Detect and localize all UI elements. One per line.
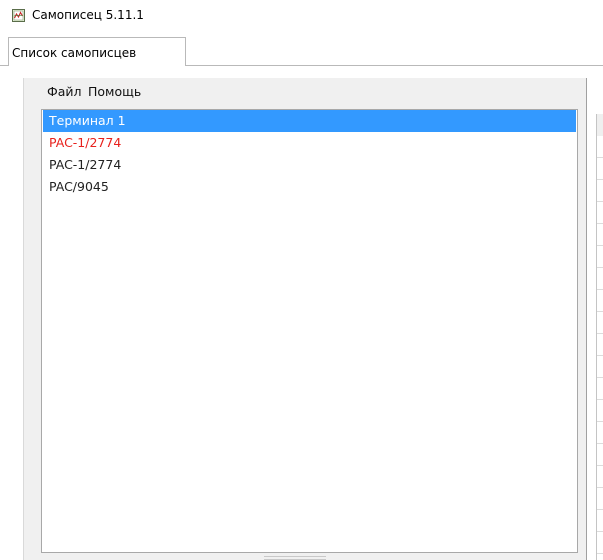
recorder-list-panel: Файл Помощь Терминал 1 PAC-1/2774 PAC-1/… bbox=[23, 78, 594, 560]
list-item[interactable]: Терминал 1 bbox=[43, 110, 576, 132]
list-item[interactable]: PAC-1/2774 bbox=[43, 132, 576, 154]
list-item[interactable]: PAC-1/2774 bbox=[43, 154, 576, 176]
window-title: Самописец 5.11.1 bbox=[32, 8, 144, 22]
tab-page-recorder-list: Файл Помощь Терминал 1 PAC-1/2774 PAC-1/… bbox=[8, 66, 603, 560]
list-item[interactable]: PAC/9045 bbox=[43, 176, 576, 198]
menu-bar: Файл Помощь bbox=[24, 78, 594, 108]
details-panel bbox=[587, 78, 603, 560]
tab-recorder-list[interactable]: Список самописцев bbox=[8, 37, 186, 66]
recorder-listbox[interactable]: Терминал 1 PAC-1/2774 PAC-1/2774 PAC/904… bbox=[41, 109, 578, 553]
tab-recorder-list-label: Список самописцев bbox=[12, 46, 137, 60]
tab-strip: Список самописцев bbox=[0, 30, 603, 66]
app-window: Самописец 5.11.1 Список самописцев Файл … bbox=[0, 0, 603, 560]
details-grid bbox=[596, 114, 603, 560]
details-grid-header bbox=[596, 114, 603, 136]
chart-recorder-icon bbox=[12, 9, 25, 22]
menu-help[interactable]: Помощь bbox=[86, 85, 143, 99]
panel-bottom-bar bbox=[24, 554, 594, 560]
splitter-handle[interactable] bbox=[264, 556, 326, 560]
menu-file[interactable]: Файл bbox=[45, 85, 84, 99]
title-bar[interactable]: Самописец 5.11.1 bbox=[0, 0, 603, 30]
